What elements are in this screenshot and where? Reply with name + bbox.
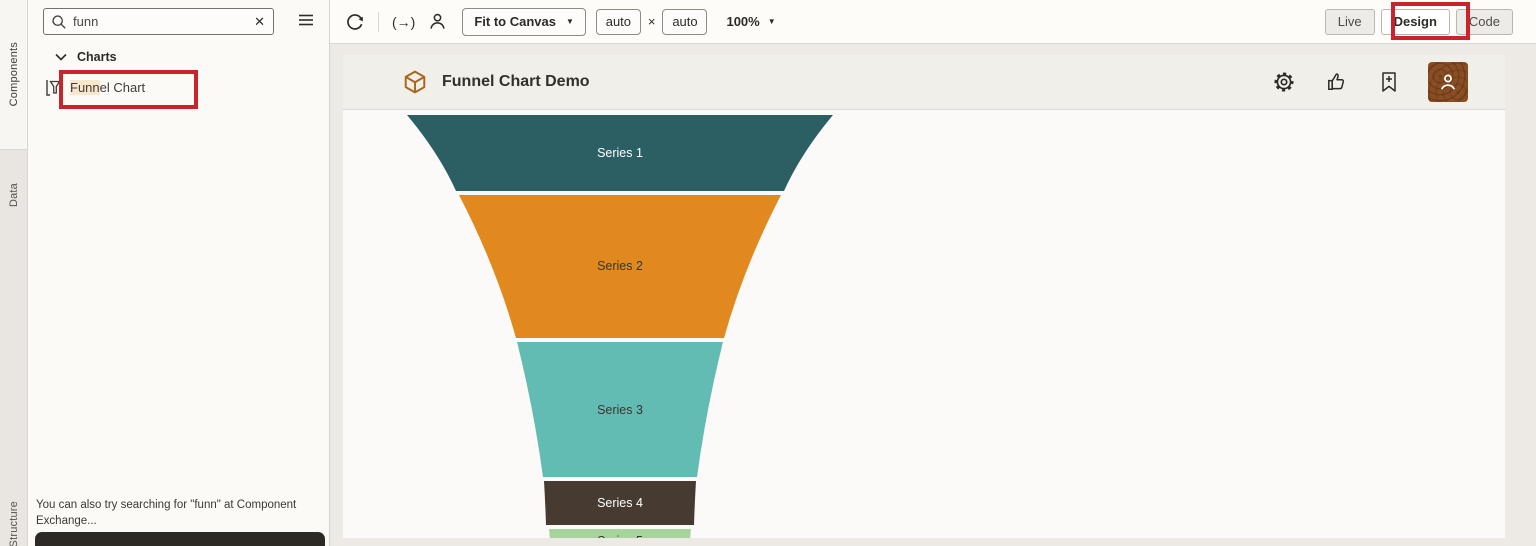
refresh-icon [347, 13, 363, 30]
mode-button-code[interactable]: Code [1455, 8, 1513, 35]
artboard: Funnel Chart Demo Series 1 Series 2 Seri… [343, 55, 1505, 538]
zoom-dropdown[interactable]: 100% ▼ [726, 14, 775, 29]
settings-button[interactable] [1271, 69, 1297, 95]
mode-switcher: Live Design Code [1324, 8, 1513, 35]
components-panel: ✕ Charts Funnel Chart Yo [28, 0, 330, 546]
canvas-toolbar: (→) Fit to Canvas ▼ × 100% ▼ Live Design… [330, 0, 1536, 44]
chevron-down-icon [55, 53, 67, 61]
funnel-label-5: Series 5 [597, 534, 643, 538]
gear-icon [1274, 72, 1294, 92]
menu-icon[interactable] [296, 11, 316, 32]
charts-section-label: Charts [77, 50, 117, 64]
charts-section-header[interactable]: Charts [55, 50, 117, 64]
mode-button-live[interactable]: Live [1324, 8, 1375, 35]
mode-button-design[interactable]: Design [1380, 8, 1450, 35]
funnel-chart[interactable]: Series 1 Series 2 Series 3 Series 4 Series 5 [343, 110, 1505, 538]
thumbs-up-icon [1328, 73, 1345, 90]
user-icon[interactable] [426, 10, 449, 33]
funnel-label-4: Series 4 [597, 496, 643, 510]
zoom-value: 100% [726, 14, 760, 29]
canvas-width-input[interactable] [595, 8, 641, 35]
bookmark-button[interactable] [1377, 69, 1401, 95]
canvas-background: Funnel Chart Demo Series 1 Series 2 Seri… [330, 44, 1536, 546]
bookmark-add-icon [1382, 72, 1396, 92]
page-title: Funnel Chart Demo [442, 73, 590, 90]
sidebar-tab-components[interactable]: Components [0, 0, 27, 150]
component-exchange-hint: You can also try searching for "funn" at… [36, 499, 297, 528]
caret-down-icon: ▼ [565, 16, 574, 26]
funnel-label-1: Series 1 [597, 146, 643, 160]
app-header: Funnel Chart Demo [343, 55, 1505, 110]
bottom-action-bar[interactable] [35, 532, 325, 546]
times-separator: × [647, 14, 656, 29]
funnel-chart-item[interactable]: Funnel Chart [45, 79, 145, 96]
like-button[interactable] [1324, 69, 1350, 95]
funnel-chart-item-label: Funnel Chart [70, 80, 146, 95]
avatar[interactable] [1428, 62, 1468, 102]
sidebar-tab-components-label: Components [7, 42, 20, 107]
search-icon [52, 14, 66, 29]
funnel-chart-icon [46, 80, 61, 96]
left-tab-strip: Components Data Structure [0, 0, 28, 546]
clear-search-button[interactable]: ✕ [253, 15, 266, 28]
canvas-height-input[interactable] [662, 8, 708, 35]
preview-link-icon[interactable]: (→) [390, 12, 417, 32]
sidebar-tab-data[interactable]: Data [0, 150, 27, 240]
fit-to-canvas-label: Fit to Canvas [474, 14, 556, 29]
refresh-button[interactable] [343, 10, 367, 34]
app-cube-icon [404, 70, 426, 94]
sidebar-tab-data-label: Data [7, 182, 20, 208]
search-input[interactable] [67, 14, 254, 29]
search-box: ✕ [43, 8, 274, 35]
person-icon [1440, 74, 1456, 90]
sidebar-tab-structure-label: Structure [7, 500, 20, 546]
caret-down-icon: ▼ [767, 16, 776, 26]
funnel-label-2: Series 2 [597, 259, 643, 273]
app-root: Components Data Structure ✕ [0, 0, 1536, 546]
toolbar-divider [378, 11, 379, 32]
funnel-label-3: Series 3 [597, 403, 643, 417]
sidebar-tab-structure[interactable]: Structure [0, 486, 27, 546]
fit-to-canvas-dropdown[interactable]: Fit to Canvas ▼ [462, 7, 586, 36]
